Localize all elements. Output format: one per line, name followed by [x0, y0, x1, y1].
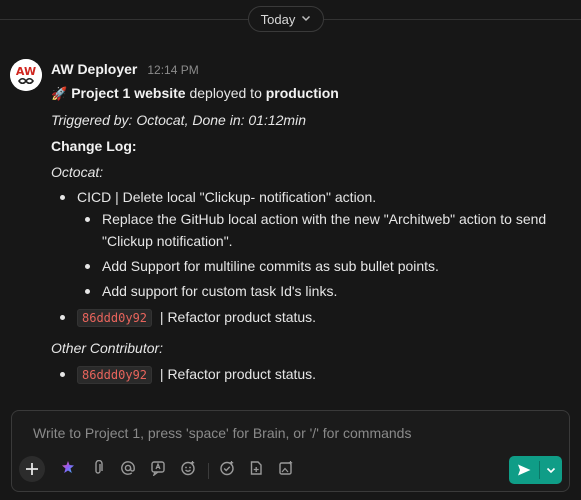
date-label: Today	[260, 11, 296, 27]
list-item-text: | Refactor product status.	[156, 366, 317, 382]
image-icon[interactable]	[276, 458, 296, 478]
avatar[interactable]: AW	[10, 59, 42, 91]
environment-name: production	[265, 85, 339, 101]
sub-list-item: Replace the GitHub local action with the…	[77, 208, 571, 252]
toolbar-divider	[208, 463, 209, 479]
chevron-down-icon	[301, 13, 311, 26]
changelog-list: 86ddd0y92 | Refactor product status.	[51, 363, 571, 386]
section-author: Octocat:	[51, 164, 104, 180]
message-time: 12:14 PM	[147, 63, 199, 77]
brain-icon[interactable]	[58, 458, 78, 478]
sender-name[interactable]: AW Deployer	[51, 59, 137, 79]
message-composer[interactable]: Write to Project 1, press 'space' for Br…	[11, 410, 570, 492]
ai-icon[interactable]	[148, 458, 168, 478]
doc-icon[interactable]	[246, 458, 266, 478]
composer-input[interactable]: Write to Project 1, press 'space' for Br…	[33, 425, 411, 441]
headline-mid: deployed to	[185, 85, 266, 101]
avatar-logo-text: AW	[16, 65, 36, 78]
list-item-text: | Refactor product status.	[156, 309, 317, 325]
emoji-icon[interactable]	[178, 458, 198, 478]
plus-icon[interactable]	[19, 456, 45, 482]
rocket-icon: 🚀	[51, 86, 68, 101]
list-item: CICD | Delete local "Clickup- notificati…	[51, 186, 571, 302]
commit-hash[interactable]: 86ddd0y92	[77, 309, 153, 327]
mention-icon[interactable]	[118, 458, 138, 478]
list-item: 86ddd0y92 | Refactor product status.	[51, 363, 571, 386]
project-name: Project 1 website	[71, 85, 186, 101]
attach-icon[interactable]	[88, 458, 108, 478]
date-divider-button[interactable]: Today	[248, 6, 324, 32]
message: AW Deployer 12:14 PM 🚀 Project 1 website …	[51, 59, 571, 386]
list-item: 86ddd0y92 | Refactor product status.	[51, 306, 571, 329]
send-icon[interactable]	[509, 456, 539, 484]
changelog-title: Change Log:	[51, 138, 137, 154]
sub-list: Replace the GitHub local action with the…	[77, 208, 571, 302]
task-icon[interactable]	[217, 458, 237, 478]
sub-list-item: Add support for custom task Id's links.	[77, 280, 571, 302]
triggered-by: Triggered by: Octocat, Done in: 01:12min	[51, 112, 306, 128]
section-author: Other Contributor:	[51, 340, 164, 356]
deploy-headline: 🚀 Project 1 website deployed to productio…	[51, 82, 571, 105]
list-item-text: CICD | Delete local "Clickup- notificati…	[77, 189, 377, 205]
chevron-down-icon[interactable]	[540, 456, 562, 484]
sub-list-item: Add Support for multiline commits as sub…	[77, 255, 571, 277]
send-button[interactable]	[509, 456, 562, 484]
commit-hash[interactable]: 86ddd0y92	[77, 366, 153, 384]
changelog-list: CICD | Delete local "Clickup- notificati…	[51, 186, 571, 329]
